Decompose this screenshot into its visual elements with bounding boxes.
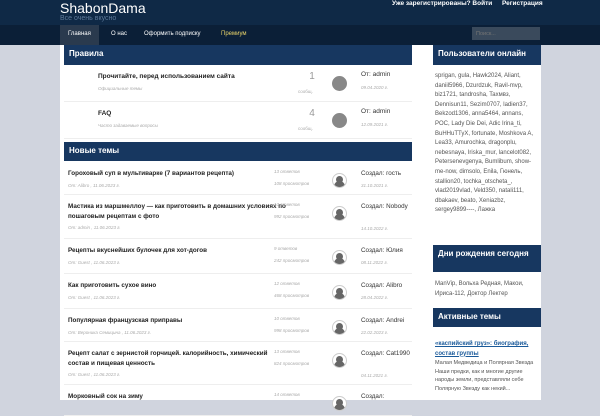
topic-views: 824 просмотров xyxy=(274,361,310,366)
topic-row[interactable]: Рецепт салат с зернистой горчицей. калор… xyxy=(64,343,412,385)
new-topics-header: Новые темы xyxy=(64,142,412,161)
topic-views: 108 просмотров xyxy=(274,181,310,186)
rule-title[interactable]: FAQ xyxy=(98,110,111,117)
topic-row[interactable]: Морковный сок на зиму 14 ответов Создал: xyxy=(64,386,412,416)
topic-replies: 14 ответов xyxy=(274,392,300,397)
topic-date: 31.10.2021 г. xyxy=(361,183,389,188)
avatar[interactable] xyxy=(332,113,347,128)
birthday-users[interactable]: ManVip, Вольха Редная, Макои, Ириса-112,… xyxy=(435,280,539,299)
rule-subtitle: Часто задаваемые вопросы xyxy=(98,123,158,128)
nav-about[interactable]: О нас xyxy=(103,25,135,45)
topic-replies: 12 ответов xyxy=(274,281,300,286)
site-slogan: Все очень вкусно xyxy=(60,15,117,22)
search-input[interactable] xyxy=(472,27,540,40)
nav-home[interactable]: Главная xyxy=(60,25,99,45)
topic-date: 08.11.2022 г. xyxy=(361,260,388,265)
post-count: 1 xyxy=(309,71,315,82)
topic-meta: От: Guest , 11.06.2023 г. xyxy=(68,260,121,265)
topic-creator[interactable]: Создал: гость xyxy=(361,169,411,178)
topic-views: 468 просмотров xyxy=(274,293,310,298)
avatar[interactable] xyxy=(332,285,347,300)
topic-row[interactable]: Рецепты вкуснейших булочек для хот-догов… xyxy=(64,240,412,274)
post-count-label: сообщ. xyxy=(298,126,313,131)
topic-creator[interactable]: Создал: Юлия xyxy=(361,246,411,255)
topic-title[interactable]: Популярная французская приправы xyxy=(68,316,288,326)
topic-creator[interactable]: Создал: Andrei xyxy=(361,316,411,325)
avatar[interactable] xyxy=(332,250,347,265)
topic-date: 14.10.2022 г. xyxy=(361,226,389,231)
nav-subscribe[interactable]: Оформить подписку xyxy=(136,25,209,45)
topic-date: 28.04.2022 г. xyxy=(361,295,389,300)
post-count: 4 xyxy=(309,108,315,119)
site-logo[interactable]: ShabonDama xyxy=(60,0,146,16)
active-topic-excerpt: Малая Медведица и Полярная Звезда Наши п… xyxy=(435,360,534,392)
rule-author[interactable]: От: admin xyxy=(361,108,390,115)
rule-author[interactable]: От: admin xyxy=(361,71,390,78)
topic-title[interactable]: Рецепты вкуснейших булочек для хот-догов xyxy=(68,246,288,256)
topic-meta: От: Alibro , 11.06.2023 г. xyxy=(68,183,120,188)
topic-meta: От: Guest , 11.06.2023 г. xyxy=(68,372,121,377)
rule-date: 12.09.2021 г. xyxy=(361,122,389,127)
avatar[interactable] xyxy=(332,320,347,335)
topic-title[interactable]: Морковный сок на зиму xyxy=(68,392,288,402)
topic-title[interactable]: Рецепт салат с зернистой горчицей. калор… xyxy=(68,349,288,369)
avatar[interactable] xyxy=(332,206,347,221)
topic-row[interactable]: Мастика из маршмеллоу — как приготовить … xyxy=(64,196,412,239)
topic-creator[interactable]: Создал: Nobody xyxy=(361,202,411,211)
online-users-header: Пользователи онлайн xyxy=(433,45,541,65)
topic-row[interactable]: Популярная французская приправы От: Веро… xyxy=(64,310,412,342)
topic-views: 992 просмотров xyxy=(274,214,310,219)
topic-creator[interactable]: Создал: Alibro xyxy=(361,281,411,290)
site-header: ShabonDama Все очень вкусно Уже зарегист… xyxy=(0,0,600,25)
topic-replies: 13 ответов xyxy=(274,169,300,174)
rules-header: Правила xyxy=(64,45,412,65)
avatar[interactable] xyxy=(332,173,347,188)
rule-date: 09.04.2020 г. xyxy=(361,85,389,90)
topic-row[interactable]: Как приготовить сухое вино От: Guest , 1… xyxy=(64,275,412,309)
topic-title[interactable]: Мастика из маршмеллоу — как приготовить … xyxy=(68,202,288,222)
nav-premium[interactable]: Премиум xyxy=(213,25,255,45)
topic-replies: 10 ответов xyxy=(274,316,300,321)
topic-views: 998 просмотров xyxy=(274,328,310,333)
rule-row[interactable]: Прочитайте, перед использованием сайта О… xyxy=(64,68,412,102)
active-topics-header: Активные темы xyxy=(433,308,541,327)
topic-title[interactable]: Гороховый суп в мультиварке (7 вариантов… xyxy=(68,169,288,179)
topic-views: 242 просмотров xyxy=(274,258,310,263)
rule-subtitle: Официальные темы xyxy=(98,86,143,91)
topic-replies: 13 ответов xyxy=(274,202,300,207)
topic-replies: 13 ответов xyxy=(274,349,300,354)
active-topic-link[interactable]: «каспийский груз»: биография, состав гру… xyxy=(435,340,539,359)
topic-meta: От: Вероника Семицина , 11.06.2023 г. xyxy=(68,330,152,335)
rule-row[interactable]: FAQ Часто задаваемые вопросы 4 сообщ. От… xyxy=(64,105,412,139)
topic-meta: От: admin , 11.06.2023 г. xyxy=(68,225,121,230)
topic-row[interactable]: Гороховый суп в мультиварке (7 вариантов… xyxy=(64,163,412,195)
topic-creator[interactable]: Создал: Cat1990 xyxy=(361,349,411,358)
login-link[interactable]: Уже зарегистрированы? Войти xyxy=(392,0,492,7)
topic-date: 04.11.2021 г. xyxy=(361,373,388,378)
avatar[interactable] xyxy=(332,396,347,411)
avatar[interactable] xyxy=(332,76,347,91)
topic-replies: 9 ответов xyxy=(274,246,298,251)
avatar[interactable] xyxy=(332,353,347,368)
post-count-label: сообщ. xyxy=(298,89,313,94)
rule-title[interactable]: Прочитайте, перед использованием сайта xyxy=(98,73,235,80)
topic-date: 22.02.2023 г. xyxy=(361,330,389,335)
online-users-list[interactable]: sprigan, gula, Hawk2024, Aliant, daniil5… xyxy=(435,72,539,216)
topic-title[interactable]: Как приготовить сухое вино xyxy=(68,281,288,291)
register-link[interactable]: Регистрация xyxy=(502,0,543,7)
birthdays-header: Дни рождения сегодня xyxy=(433,245,541,272)
topic-meta: От: Guest , 11.06.2023 г. xyxy=(68,295,121,300)
